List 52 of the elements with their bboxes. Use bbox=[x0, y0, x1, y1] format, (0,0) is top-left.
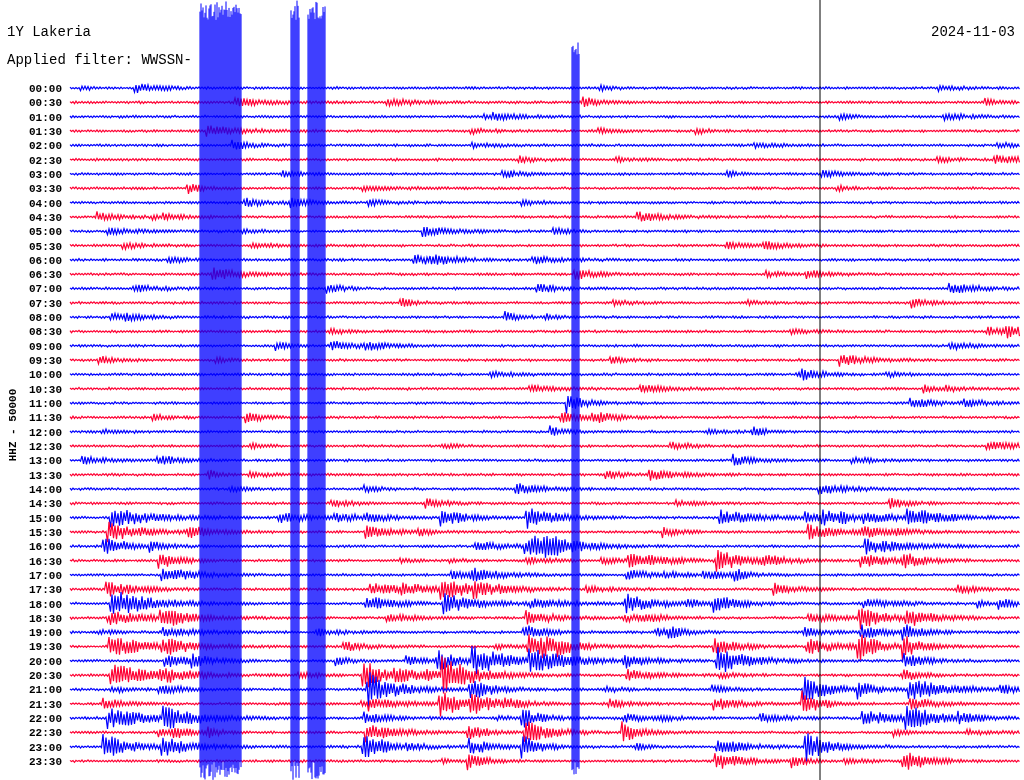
time-label: 10:30 bbox=[29, 383, 62, 396]
time-label: 23:00 bbox=[29, 741, 62, 754]
time-label: 14:30 bbox=[29, 498, 62, 511]
time-label: 11:30 bbox=[29, 412, 62, 425]
time-label: 07:00 bbox=[29, 283, 62, 296]
time-label: 12:30 bbox=[29, 441, 62, 453]
time-label: 23:30 bbox=[29, 756, 62, 769]
time-label: 02:30 bbox=[29, 154, 62, 167]
time-label: 00:30 bbox=[29, 97, 62, 110]
date-label: 2024-11-03 bbox=[931, 24, 1015, 40]
time-label: 02:00 bbox=[29, 140, 62, 153]
time-label: 19:30 bbox=[29, 641, 62, 654]
time-label: 08:00 bbox=[29, 312, 62, 325]
time-label: 20:30 bbox=[29, 670, 62, 683]
time-label: 10:00 bbox=[29, 369, 62, 382]
time-label: 15:30 bbox=[29, 526, 62, 539]
time-label: 04:00 bbox=[29, 197, 62, 210]
time-label: 16:30 bbox=[29, 555, 62, 568]
time-label: 01:00 bbox=[29, 111, 62, 124]
time-label: 19:00 bbox=[29, 627, 62, 640]
time-label: 09:00 bbox=[29, 340, 62, 353]
time-label: 13:00 bbox=[29, 455, 62, 468]
time-label: 14:00 bbox=[29, 483, 62, 496]
time-label: 20:00 bbox=[29, 655, 62, 668]
time-label: 06:30 bbox=[29, 269, 62, 282]
filter-label: Applied filter: WWSSN- bbox=[7, 52, 192, 68]
time-label: 18:00 bbox=[29, 598, 62, 611]
time-label: 12:00 bbox=[29, 426, 62, 439]
time-label: 09:30 bbox=[29, 355, 62, 368]
time-label: 05:00 bbox=[29, 226, 62, 239]
time-label: 17:00 bbox=[29, 569, 62, 582]
time-label: 22:00 bbox=[29, 713, 62, 726]
time-label: 01:30 bbox=[29, 125, 62, 138]
time-label: 11:00 bbox=[29, 398, 62, 411]
station-title: 1Y Lakeria bbox=[7, 24, 91, 40]
time-label: 13:30 bbox=[29, 469, 62, 482]
time-label: 08:30 bbox=[29, 326, 62, 339]
time-label: 04:30 bbox=[29, 211, 62, 224]
time-label: 17:30 bbox=[29, 584, 62, 597]
time-label: 15:00 bbox=[29, 512, 62, 525]
time-label: 03:00 bbox=[29, 168, 62, 181]
time-label: 22:30 bbox=[29, 727, 62, 740]
time-label: 21:30 bbox=[29, 698, 62, 711]
time-label: 07:30 bbox=[29, 297, 62, 310]
time-label: 00:00 bbox=[29, 83, 62, 95]
time-label: 03:30 bbox=[29, 183, 62, 196]
time-label: 06:00 bbox=[29, 254, 62, 267]
time-label: 21:00 bbox=[29, 684, 62, 697]
time-label: 18:30 bbox=[29, 612, 62, 625]
axis-label: HHZ - 50000 bbox=[7, 388, 19, 462]
time-label: 05:30 bbox=[29, 240, 62, 253]
time-label: 16:00 bbox=[29, 541, 62, 554]
